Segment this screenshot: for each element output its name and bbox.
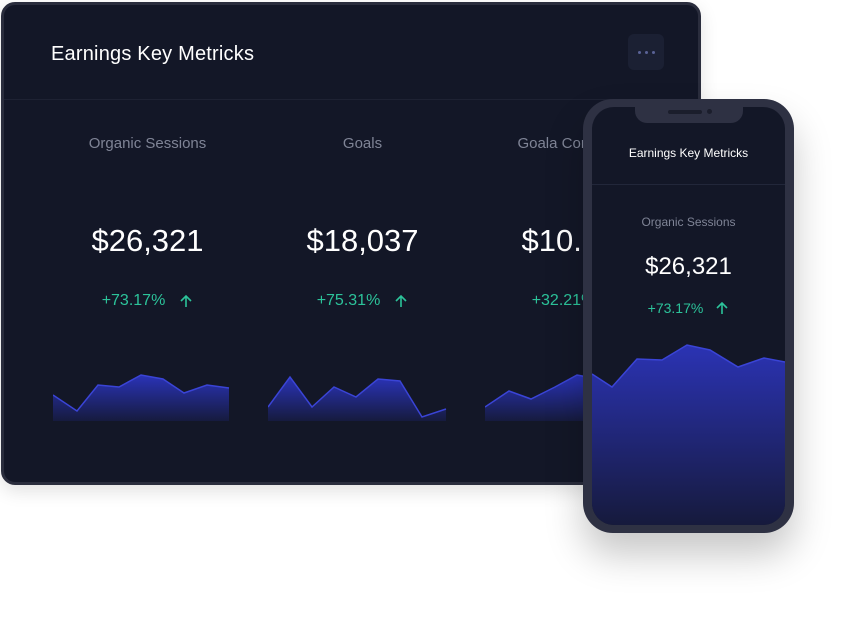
phone-device: Earnings Key Metricks Organic Sessions $… — [583, 99, 794, 533]
speaker-icon — [668, 110, 702, 114]
metric-label: Goals — [342, 135, 383, 152]
metric-value: $18,037 — [306, 223, 419, 258]
sparkline-organic-sessions — [53, 374, 230, 421]
phone-metric-label: Organic Sessions — [641, 215, 736, 229]
metric-change-text: +75.31% — [316, 292, 381, 309]
metric-change-text: +73.17% — [101, 292, 166, 309]
sparkline-goals — [268, 375, 447, 421]
card-header: Earnings Key Metricks — [4, 5, 698, 100]
metric-change: +73.17% — [40, 292, 255, 310]
card-title: Earnings Key Metricks — [51, 43, 255, 65]
camera-icon — [707, 109, 712, 114]
phone-metric-value: $26,321 — [645, 253, 732, 280]
phone-area-chart — [592, 344, 785, 525]
metric-value: $26,321 — [91, 223, 204, 258]
more-options-button[interactable] — [628, 34, 664, 70]
phone-notch — [635, 107, 743, 123]
metric-label: Organic Sessions — [88, 135, 207, 152]
more-horizontal-icon — [637, 50, 641, 54]
phone-card-title: Earnings Key Metricks — [628, 146, 749, 160]
arrow-up-icon — [180, 294, 192, 307]
phone-metric-change-text: +73.17% — [647, 300, 704, 316]
phone-screen: Earnings Key Metricks Organic Sessions $… — [592, 107, 785, 525]
metric-change: +75.31% — [255, 292, 470, 310]
arrow-up-icon — [395, 294, 407, 307]
phone-metric-change: +73.17% — [592, 300, 785, 316]
arrow-up-icon — [716, 301, 728, 314]
